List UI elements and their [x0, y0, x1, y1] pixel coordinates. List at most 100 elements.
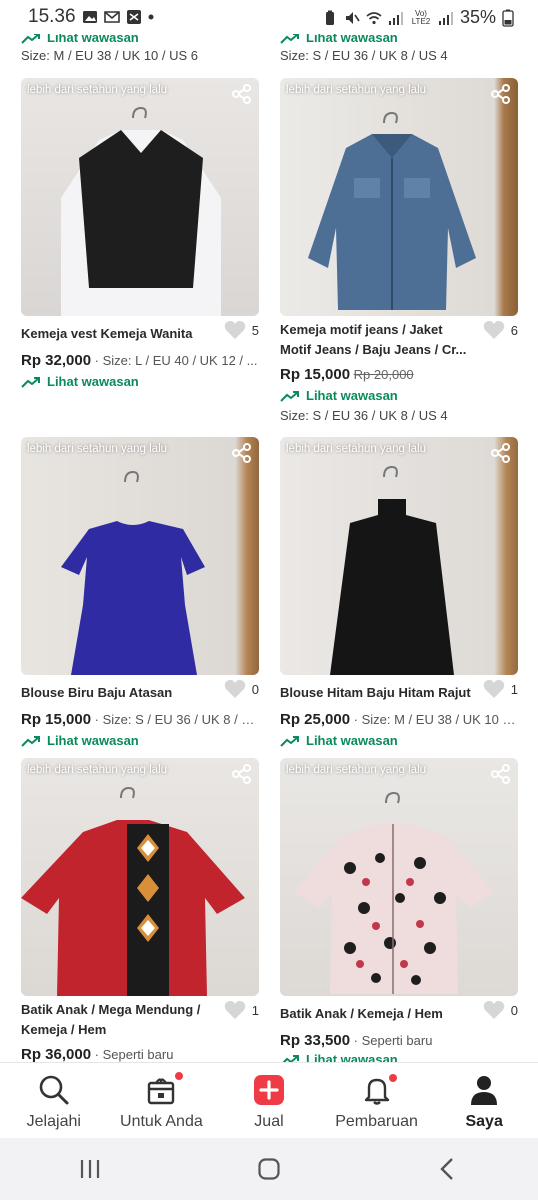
black-blouse-illustration: [330, 465, 454, 675]
price: Rp 36,000: [21, 1046, 92, 1063]
product-title[interactable]: Batik Anak / Mega Mendung / Kemeja / Hem: [21, 1000, 217, 1040]
price-detail: · Size: L / EU 40 / UK 12 / ...: [91, 353, 258, 368]
insight-label: Lihat wawasan: [306, 733, 398, 748]
trend-up-icon: [280, 390, 299, 402]
like-button[interactable]: 0: [224, 679, 259, 699]
shirt-vest-illustration: [61, 106, 221, 316]
share-icon[interactable]: [490, 83, 512, 105]
product-card[interactable]: lebih dari setahun yang lalu Blouse Hita…: [280, 437, 518, 748]
product-title[interactable]: Kemeja vest Kemeja Wanita: [21, 324, 217, 344]
price: Rp 25,000: [280, 711, 351, 728]
product-photo[interactable]: lebih dari setahun yang lalu: [21, 78, 259, 316]
wifi-icon: [366, 11, 382, 24]
like-count: 0: [510, 1002, 518, 1018]
back-button[interactable]: [418, 1149, 478, 1189]
like-button[interactable]: 1: [224, 1000, 259, 1020]
share-icon[interactable]: [231, 83, 253, 105]
system-navigation-bar: [0, 1138, 538, 1200]
product-photo[interactable]: lebih dari setahun yang lalu: [21, 437, 259, 675]
like-button[interactable]: 5: [224, 320, 259, 340]
like-button[interactable]: 1: [483, 679, 518, 699]
heart-icon: [483, 320, 505, 339]
size-text: Size: S / EU 36 / UK 8 / US 4: [280, 408, 448, 423]
product-title[interactable]: Blouse Hitam Baju Hitam Rajut: [280, 683, 476, 703]
insight-label: Lihat wawasan: [306, 388, 398, 403]
nav-saya[interactable]: Saya: [430, 1063, 538, 1138]
price-line: Rp 32,000 · Size: L / EU 40 / UK 12 / ..…: [21, 352, 259, 369]
insight-link[interactable]: Lihat wawasan: [21, 733, 139, 748]
product-photo[interactable]: lebih dari setahun yang lalu: [280, 78, 518, 316]
recents-button[interactable]: [60, 1149, 120, 1189]
volte-label: Vo) LTE2: [411, 8, 431, 26]
status-time: 15.36: [28, 6, 76, 27]
image-icon: [83, 11, 97, 23]
price-detail: · Size: M / EU 38 / UK 10 / ...: [350, 712, 518, 727]
product-title[interactable]: Batik Anak / Kemeja / Hem: [280, 1004, 476, 1024]
product-card[interactable]: lebih dari setahun yang lalu Kemeja vest…: [21, 78, 259, 389]
blue-blouse-illustration: [61, 470, 205, 675]
search-icon: [39, 1075, 69, 1105]
insight-link[interactable]: Lihat wawasan: [280, 733, 398, 748]
product-card[interactable]: lebih dari setahun yang lalu Blouse Biru…: [21, 437, 259, 748]
denim-jacket-illustration: [308, 111, 476, 310]
home-button[interactable]: [239, 1149, 299, 1189]
nav-label: Jelajahi: [26, 1113, 81, 1130]
product-photo[interactable]: lebih dari setahun yang lalu: [280, 758, 518, 996]
back-icon: [440, 1158, 454, 1180]
nav-label: Pembaruan: [335, 1113, 418, 1130]
insight-label: Lihat wawasan: [47, 374, 139, 389]
share-icon[interactable]: [490, 442, 512, 464]
share-icon[interactable]: [231, 442, 253, 464]
dot-icon: [148, 14, 154, 20]
nav-pembaruan[interactable]: Pembaruan: [323, 1063, 431, 1138]
battery-icon: [502, 9, 514, 27]
nav-label: Untuk Anda: [120, 1113, 203, 1130]
like-count: 5: [251, 322, 259, 338]
trend-up-icon: [21, 376, 40, 388]
notification-dot: [174, 1071, 185, 1081]
heart-icon: [224, 1000, 246, 1019]
price: Rp 32,000: [21, 352, 92, 369]
product-photo[interactable]: lebih dari setahun yang lalu: [280, 437, 518, 675]
product-title[interactable]: Blouse Biru Baju Atasan: [21, 683, 217, 703]
share-icon[interactable]: [490, 763, 512, 785]
battery-percent: 35%: [459, 7, 496, 27]
price-detail: · Seperti baru: [350, 1033, 433, 1048]
heart-icon: [483, 679, 505, 698]
gift-icon: [148, 1078, 175, 1105]
listing-age: lebih dari setahun yang lalu: [286, 84, 427, 96]
nav-jual[interactable]: Jual: [215, 1063, 323, 1138]
bottom-navigation: Jelajahi Untuk Anda Jual Pembaruan Saya: [0, 1062, 538, 1138]
price-line: Rp 25,000 · Size: M / EU 38 / UK 10 / ..…: [280, 711, 518, 728]
insight-link[interactable]: Lihat wawasan: [21, 374, 139, 389]
trend-up-icon: [280, 735, 299, 747]
price-detail: · Seperti baru: [91, 1047, 174, 1062]
status-right-icons: Vo) LTE2 35%: [322, 7, 514, 28]
shortcut-icon: [127, 10, 141, 24]
nav-label: Jual: [254, 1113, 284, 1130]
product-card[interactable]: lebih dari setahun yang lalu Kemeja moti…: [280, 78, 518, 423]
notification-dot: [387, 1073, 398, 1083]
product-photo[interactable]: lebih dari setahun yang lalu: [21, 758, 259, 996]
mute-icon: [345, 11, 360, 24]
home-icon: [258, 1158, 280, 1180]
price: Rp 15,000: [280, 366, 351, 383]
status-bar: 15.36 Vo) LTE2 35%: [0, 0, 538, 34]
product-title[interactable]: Kemeja motif jeans / Jaket Motif Jeans /…: [280, 320, 476, 360]
product-card[interactable]: lebih dari setahun yang lalu Batik Anak …: [280, 758, 518, 1067]
listing-age: lebih dari setahun yang lalu: [286, 443, 427, 455]
listing-age: lebih dari setahun yang lalu: [286, 764, 427, 776]
insight-link[interactable]: Lihat wawasan: [280, 388, 398, 403]
like-button[interactable]: 0: [483, 1000, 518, 1020]
listing-age: lebih dari setahun yang lalu: [27, 84, 168, 96]
price-line: Rp 33,500 · Seperti baru: [280, 1032, 518, 1049]
like-button[interactable]: 6: [483, 320, 518, 340]
nav-jelajahi[interactable]: Jelajahi: [0, 1063, 108, 1138]
like-count: 6: [510, 322, 518, 338]
plus-icon: [253, 1075, 284, 1105]
share-icon[interactable]: [231, 763, 253, 785]
listing-age: lebih dari setahun yang lalu: [27, 764, 168, 776]
product-card[interactable]: lebih dari setahun yang lalu Batik Anak …: [21, 758, 259, 1063]
nav-untuk-anda[interactable]: Untuk Anda: [108, 1063, 216, 1138]
batik-pink-shirt-illustration: [294, 791, 494, 994]
